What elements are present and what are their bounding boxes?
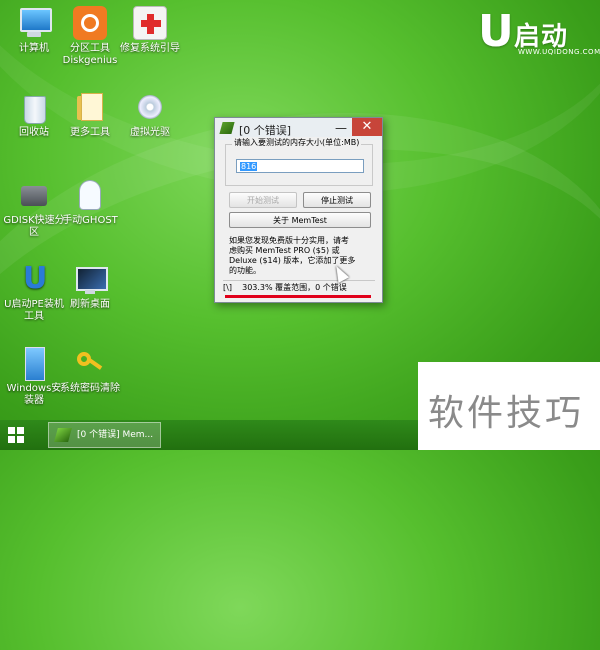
taskbar-item-label: [0 个错误] Mem...: [77, 430, 154, 440]
icon-label: 刷新桌面: [70, 299, 110, 310]
upgrade-note: 如果您发现免费版十分实用，请考 虑购买 MemTest PRO ($5) 或 D…: [229, 236, 356, 275]
u-logo-icon: U: [23, 261, 48, 296]
start-test-button[interactable]: 开始测试: [229, 192, 297, 208]
icon-label: 分区工具 Diskgenius: [62, 43, 118, 66]
monitor-icon: [73, 262, 108, 296]
window-title: [0 个错误]: [239, 124, 292, 137]
desktop-icon-tools[interactable]: 更多工具: [58, 90, 122, 139]
close-button[interactable]: ✕: [352, 118, 382, 136]
computer-icon: [17, 6, 52, 40]
memory-size-input[interactable]: 816: [236, 159, 364, 173]
desktop-icon-repair[interactable]: 修复系统引导: [118, 6, 182, 55]
desktop-icon-recycle[interactable]: 回收站: [2, 90, 66, 139]
watermark: 软件技巧: [418, 362, 600, 450]
start-button[interactable]: [8, 427, 24, 443]
desktop-icon-virtual-cd[interactable]: 虚拟光驱: [118, 90, 182, 139]
minimize-button[interactable]: —: [333, 121, 349, 135]
recycle-bin-icon: [17, 90, 51, 124]
memory-size-label: 请输入要测试的内存大小(单位:MB): [232, 137, 362, 148]
desktop-icon-windows-install[interactable]: Windows安 装器: [2, 346, 66, 407]
icon-label: Windows安 装器: [6, 383, 62, 406]
taskbar-item-memtest[interactable]: [0 个错误] Mem...: [48, 422, 161, 448]
icon-label: 虚拟光驱: [130, 127, 170, 138]
first-aid-icon: [133, 6, 167, 40]
desktop-icon-partition[interactable]: 分区工具 Diskgenius: [58, 6, 122, 67]
key-icon: [73, 346, 107, 380]
brand-url: WWW.UQIDONG.COM: [518, 48, 600, 56]
desktop-icon-computer[interactable]: 计算机: [2, 6, 66, 55]
desktop-icon-gdisk[interactable]: GDISK快速分 区: [2, 178, 66, 239]
memtest-app-icon: [219, 122, 235, 134]
desktop-icon-refresh[interactable]: 刷新桌面: [58, 262, 122, 311]
desktop-icon-password[interactable]: 系统密码清除: [58, 346, 122, 395]
icon-label: 修复系统引导: [120, 43, 180, 54]
disc-icon: [133, 90, 167, 124]
icon-label: GDISK快速分 区: [3, 215, 65, 238]
icon-label: U启动PE装机 工具: [4, 299, 64, 322]
memtest-window[interactable]: [0 个错误] — ✕ 请输入要测试的内存大小(单位:MB) 816 开始测试 …: [214, 117, 383, 303]
installer-box-icon: [17, 346, 51, 381]
folder-icon: [73, 90, 107, 124]
ghost-icon: [73, 178, 107, 212]
desktop-icon-upe[interactable]: U U启动PE装机 工具: [2, 262, 66, 323]
status-bar: [\] 303.3% 覆盖范围，0 个错误: [223, 280, 375, 295]
icon-label: 回收站: [19, 127, 49, 138]
watermark-text: 软件技巧: [428, 393, 585, 434]
u-logo-icon: U: [478, 6, 514, 57]
progress-underline: [225, 295, 371, 298]
memory-size-group: 请输入要测试的内存大小(单位:MB) 816: [225, 137, 373, 186]
icon-label: 计算机: [19, 43, 49, 54]
memory-size-value: 816: [240, 162, 258, 171]
diskgenius-icon: [73, 6, 107, 40]
desktop-icon-ghost[interactable]: 手动GHOST: [58, 178, 122, 227]
icon-label: 系统密码清除: [60, 383, 120, 394]
about-button[interactable]: 关于 MemTest: [229, 212, 371, 228]
brand-logo: U 启动 WWW.UQIDONG.COM: [478, 6, 600, 60]
stop-test-button[interactable]: 停止测试: [303, 192, 371, 208]
memtest-app-icon: [54, 428, 72, 442]
hard-disk-icon: [17, 178, 51, 212]
icon-label: 手动GHOST: [62, 215, 118, 226]
icon-label: 更多工具: [70, 127, 110, 138]
